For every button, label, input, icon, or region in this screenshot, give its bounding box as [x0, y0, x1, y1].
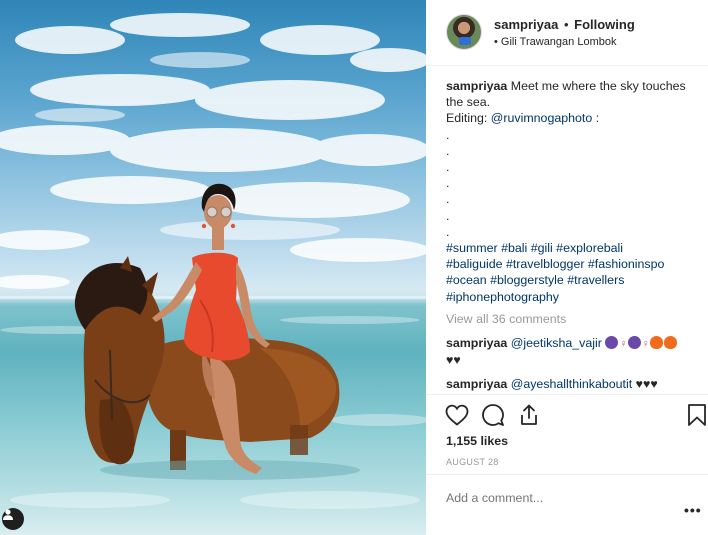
view-all-comments-link[interactable]: View all 36 comments: [446, 311, 698, 327]
comment-mention[interactable]: @jeetiksha_vajir: [511, 336, 602, 350]
caption-dot-line: .: [446, 192, 450, 207]
comment-username[interactable]: sampriyaa: [446, 336, 507, 350]
bookmark-icon: [688, 404, 706, 426]
editing-colon: :: [595, 111, 600, 126]
caption-dot-line: .: [446, 127, 450, 142]
comment-hearts: ♥♥: [446, 353, 461, 368]
comment-mention[interactable]: @ayeshallthinkaboutit: [511, 377, 632, 391]
caption-dot-line: .: [446, 143, 450, 158]
speech-bubble-icon: [482, 404, 504, 426]
editing-label: Editing:: [446, 111, 488, 126]
post-date[interactable]: AUGUST 28: [446, 457, 499, 467]
share-button[interactable]: [516, 402, 542, 428]
caption-username[interactable]: sampriyaa: [446, 79, 507, 93]
likes-count[interactable]: 1,155 likes: [446, 434, 508, 448]
comment-item: sampriyaa @jeetiksha_vajir ♀ ♀ ♥♥: [446, 335, 698, 368]
hashtag-line[interactable]: #baliguide #travelblogger #fashioninspo: [446, 256, 698, 272]
header-user-line: sampriyaa • Following: [494, 17, 635, 32]
comment-item: sampriyaa @ayeshallthinkaboutit ♥♥♥: [446, 376, 698, 392]
post-header: sampriyaa • Following • Gili Trawangan L…: [426, 0, 708, 66]
add-comment-input[interactable]: [446, 491, 646, 505]
location-link[interactable]: • Gili Trawangan Lombok: [494, 36, 616, 48]
purple-face-emoji-icon: [605, 336, 619, 350]
actions-divider: [426, 394, 708, 395]
caption: sampriyaa Meet me where the sky touches …: [446, 78, 698, 110]
header-username[interactable]: sampriyaa: [494, 17, 558, 32]
like-button[interactable]: [444, 402, 470, 428]
comments-section: sampriyaa Meet me where the sky touches …: [446, 78, 698, 393]
header-separator: •: [563, 17, 569, 32]
comment-button[interactable]: [480, 402, 506, 428]
editing-mention[interactable]: @ruvimnogaphoto: [491, 111, 592, 125]
user-tag-button[interactable]: [2, 508, 24, 530]
following-button[interactable]: Following: [574, 17, 635, 32]
post-sidebar: sampriyaa • Following • Gili Trawangan L…: [426, 0, 708, 535]
more-options-button[interactable]: •••: [684, 502, 702, 518]
heart-icon: [445, 404, 469, 426]
photo-illustration: [0, 13, 426, 509]
hashtag-line[interactable]: #iphonephotography: [446, 289, 698, 305]
editing-credit: Editing: @ruvimnogaphoto :: [446, 110, 698, 126]
hashtag-line[interactable]: #summer #bali #gili #explorebali: [446, 240, 698, 256]
fire-emoji-icon: [663, 336, 677, 350]
save-button[interactable]: [684, 402, 708, 428]
avatar[interactable]: [446, 14, 482, 50]
caption-dot-line: .: [446, 208, 450, 223]
caption-dot-line: .: [446, 224, 450, 239]
fire-emoji-icon: [649, 336, 663, 350]
comment-hearts: ♥♥♥: [635, 377, 658, 392]
post-photo[interactable]: [0, 0, 426, 535]
female-sign-emoji-icon: ♀: [619, 338, 628, 351]
comment-username[interactable]: sampriyaa: [446, 377, 507, 391]
hashtag-line[interactable]: #ocean #bloggerstyle #travellers: [446, 272, 698, 288]
caption-dot-line: .: [446, 160, 450, 175]
user-tag-icon: [3, 509, 13, 520]
caption-dot-line: .: [446, 176, 450, 191]
female-sign-emoji-icon: ♀: [641, 338, 650, 351]
share-icon: [521, 404, 537, 425]
purple-face-emoji-icon: [627, 336, 641, 350]
